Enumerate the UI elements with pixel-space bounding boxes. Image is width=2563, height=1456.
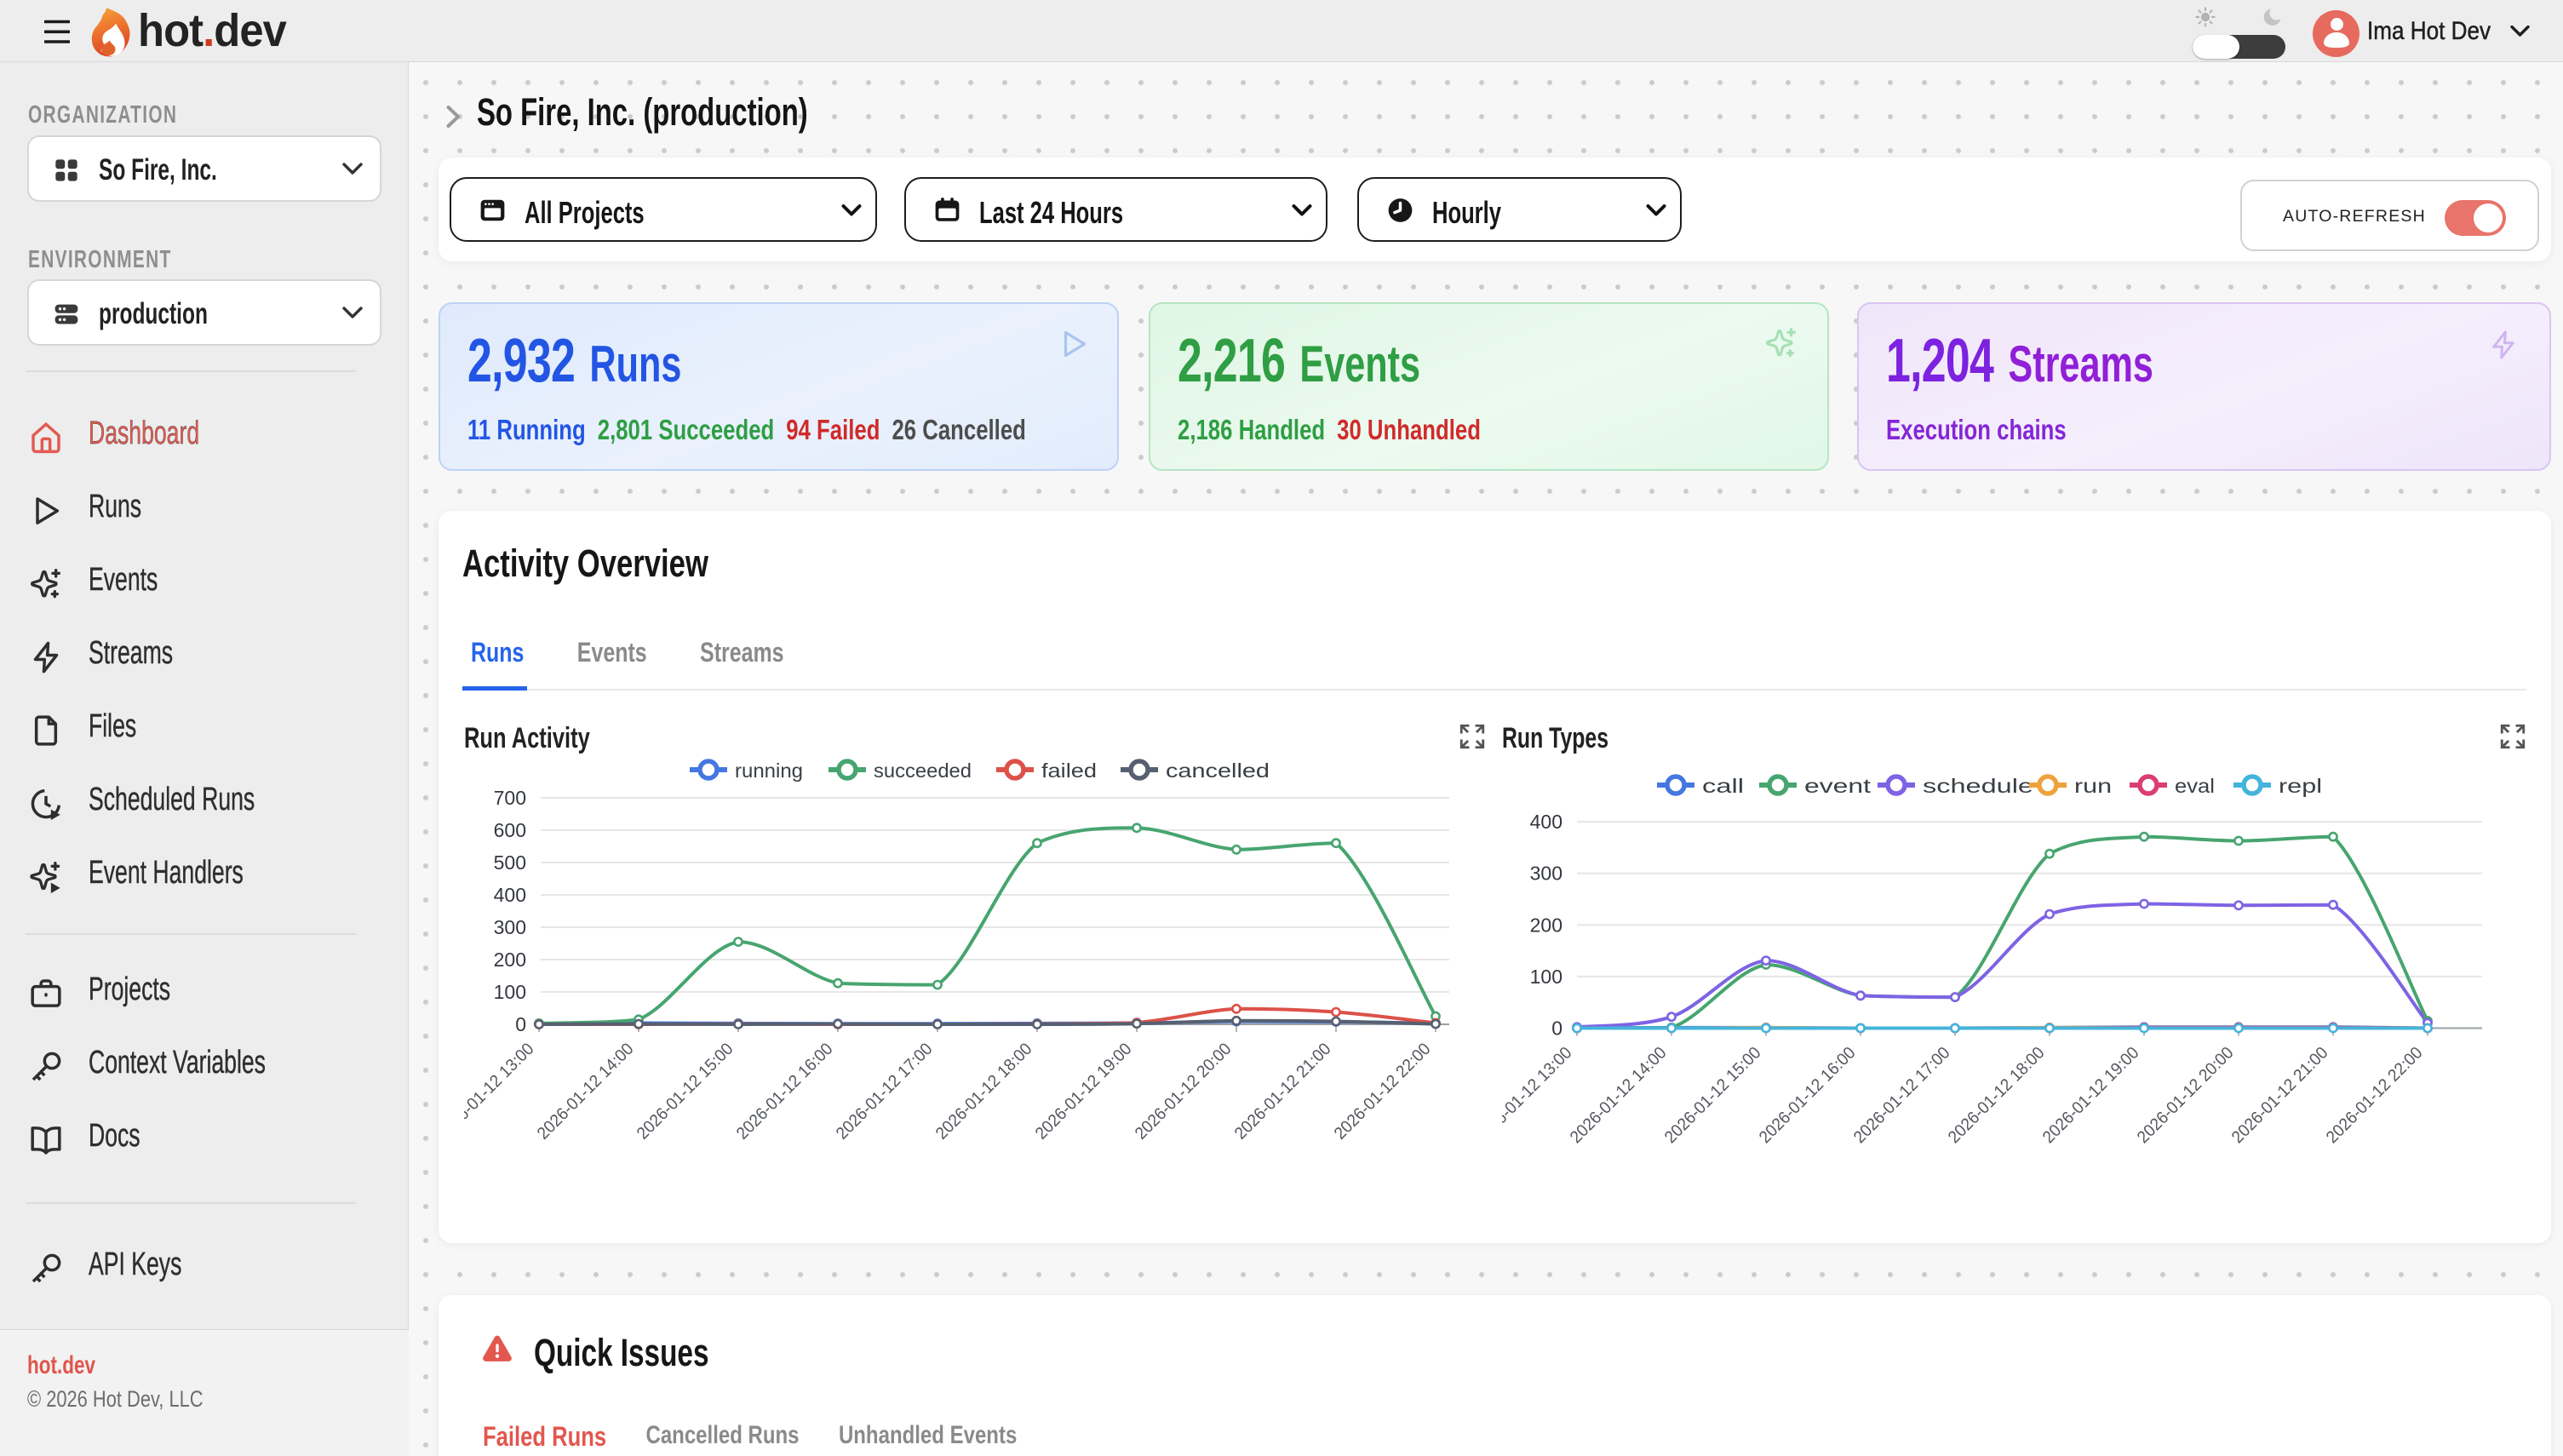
- svg-text:300: 300: [1530, 863, 1562, 885]
- svg-text:2026-01-12 22:00: 2026-01-12 22:00: [2323, 1043, 2427, 1147]
- svg-text:500: 500: [494, 851, 526, 874]
- svg-text:2026-01-12 16:00: 2026-01-12 16:00: [733, 1040, 837, 1144]
- svg-text:schedule: schedule: [1923, 775, 2033, 797]
- svg-text:2026-01-12 21:00: 2026-01-12 21:00: [1231, 1040, 1335, 1144]
- svg-text:running: running: [735, 760, 803, 782]
- svg-text:2026-01-12 13:00: 2026-01-12 13:00: [1502, 1043, 1576, 1147]
- svg-text:2026-01-12 15:00: 2026-01-12 15:00: [634, 1040, 737, 1144]
- svg-text:2026-01-12 20:00: 2026-01-12 20:00: [1132, 1040, 1236, 1144]
- svg-text:100: 100: [494, 981, 526, 1003]
- svg-text:2026-01-12 22:00: 2026-01-12 22:00: [1331, 1040, 1435, 1144]
- svg-text:2026-01-12 19:00: 2026-01-12 19:00: [2039, 1043, 2143, 1147]
- svg-text:400: 400: [1530, 811, 1562, 833]
- svg-text:2026-01-12 15:00: 2026-01-12 15:00: [1661, 1043, 1765, 1147]
- svg-text:100: 100: [1530, 966, 1562, 988]
- svg-text:eval: eval: [2175, 775, 2215, 797]
- svg-text:failed: failed: [1041, 760, 1097, 782]
- svg-text:2026-01-12 18:00: 2026-01-12 18:00: [932, 1040, 1036, 1144]
- svg-text:0: 0: [1551, 1017, 1562, 1040]
- svg-text:2026-01-12 16:00: 2026-01-12 16:00: [1756, 1043, 1860, 1147]
- svg-text:2026-01-12 17:00: 2026-01-12 17:00: [833, 1040, 937, 1144]
- svg-text:200: 200: [1530, 914, 1562, 936]
- svg-text:call: call: [1702, 775, 1744, 797]
- svg-text:cancelled: cancelled: [1166, 760, 1270, 782]
- svg-text:2026-01-12 14:00: 2026-01-12 14:00: [534, 1040, 638, 1144]
- svg-text:repl: repl: [2279, 775, 2322, 797]
- svg-text:succeeded: succeeded: [874, 760, 972, 782]
- svg-text:2026-01-12 19:00: 2026-01-12 19:00: [1032, 1040, 1136, 1144]
- svg-text:event: event: [1804, 775, 1872, 797]
- svg-text:run: run: [2074, 775, 2112, 797]
- svg-text:400: 400: [494, 884, 526, 906]
- svg-text:600: 600: [494, 819, 526, 841]
- svg-text:700: 700: [494, 787, 526, 809]
- svg-text:2026-01-12 14:00: 2026-01-12 14:00: [1567, 1043, 1671, 1147]
- svg-text:200: 200: [494, 949, 526, 971]
- svg-text:2026-01-12 20:00: 2026-01-12 20:00: [2134, 1043, 2238, 1147]
- svg-text:2026-01-12 17:00: 2026-01-12 17:00: [1850, 1043, 1954, 1147]
- svg-text:2026-01-12 13:00: 2026-01-12 13:00: [464, 1040, 538, 1144]
- svg-text:0: 0: [515, 1013, 526, 1035]
- svg-text:2026-01-12 18:00: 2026-01-12 18:00: [1945, 1043, 2049, 1147]
- svg-text:300: 300: [494, 916, 526, 938]
- svg-text:2026-01-12 21:00: 2026-01-12 21:00: [2228, 1043, 2332, 1147]
